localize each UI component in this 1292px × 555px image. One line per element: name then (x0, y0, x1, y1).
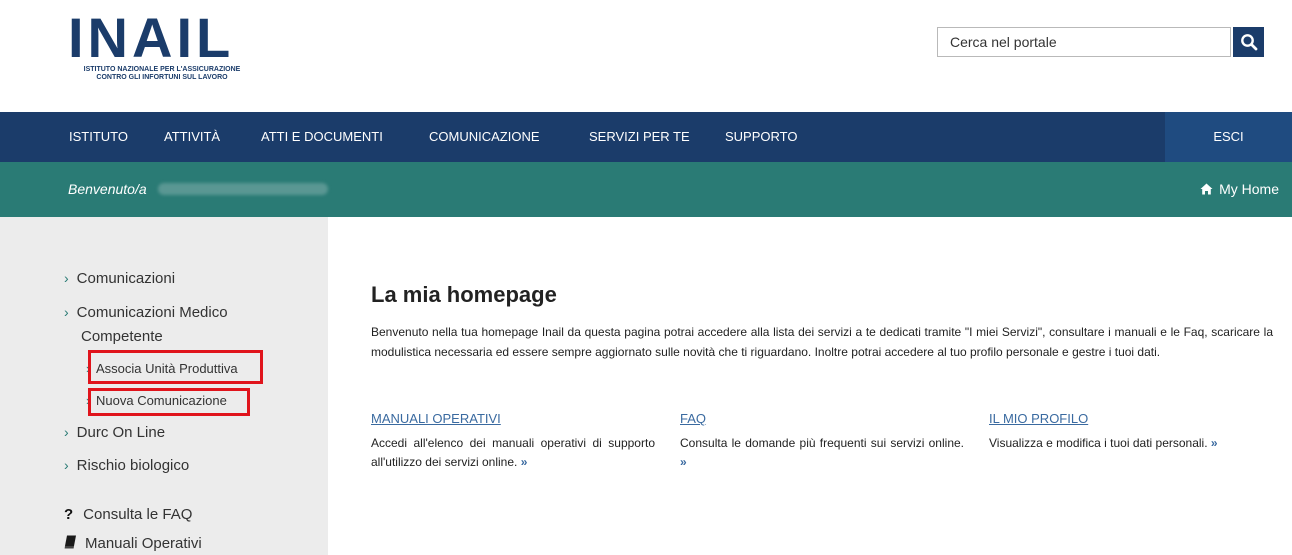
card-profilo: IL MIO PROFILO Visualizza e modifica i t… (989, 411, 1279, 453)
main-nav: ISTITUTO ATTIVITÀ ATTI E DOCUMENTI COMUN… (0, 112, 1292, 162)
nav-servizi-per-te[interactable]: SERVIZI PER TE (589, 112, 690, 162)
sidebar-item-rischio-biologico[interactable]: › Rischio biologico (64, 457, 189, 474)
card-title-link[interactable]: IL MIO PROFILO (989, 411, 1279, 426)
card-desc-text: Accedi all'elenco dei manuali operativi … (371, 436, 655, 469)
welcome-greeting: Benvenuto/a (68, 181, 147, 197)
manuals-link-label: Manuali Operativi (85, 535, 202, 552)
highlight-box (88, 388, 250, 416)
intro-text: Benvenuto nella tua homepage Inail da qu… (371, 325, 1273, 359)
nav-istituto[interactable]: ISTITUTO (69, 112, 128, 162)
question-icon: ? (64, 506, 74, 523)
search-icon (1240, 34, 1257, 51)
my-home-link[interactable]: My Home (1200, 181, 1279, 197)
sidebar-item-label: Durc On Line (76, 424, 166, 441)
chevron-right-icon: › (64, 304, 69, 320)
chevron-right-icon: › (64, 270, 69, 286)
card-description: Visualizza e modifica i tuoi dati person… (989, 434, 1279, 453)
card-desc-text: Consulta le domande più frequenti sui se… (680, 436, 964, 450)
faq-link[interactable]: ? Consulta le FAQ (64, 506, 192, 523)
search-box (937, 27, 1231, 57)
chevron-right-icon: › (64, 457, 69, 473)
card-title-link[interactable]: MANUALI OPERATIVI (371, 411, 655, 426)
nav-attivita[interactable]: ATTIVITÀ (164, 112, 220, 162)
nav-supporto[interactable]: SUPPORTO (725, 112, 797, 162)
search-input[interactable] (938, 28, 1230, 56)
card-description: Accedi all'elenco dei manuali operativi … (371, 434, 655, 472)
redacted-user-name (158, 183, 328, 195)
nav-atti-documenti[interactable]: ATTI E DOCUMENTI (261, 112, 383, 162)
sidebar-item-durc-on-line[interactable]: › Durc On Line (64, 424, 165, 441)
logout-button[interactable]: ESCI (1165, 112, 1292, 162)
card-desc-text: Visualizza e modifica i tuoi dati person… (989, 436, 1208, 450)
faq-link-label: Consulta le FAQ (83, 506, 193, 523)
logo-subtitle: ISTITUTO NAZIONALE PER L'ASSICURAZIONE C… (66, 66, 258, 82)
sidebar (0, 217, 328, 555)
sidebar-item-label: Rischio biologico (76, 457, 190, 474)
sidebar-item-comunicazioni[interactable]: › Comunicazioni (64, 270, 175, 287)
logo-subtitle-line2: CONTRO GLI INFORTUNI SUL LAVORO (96, 74, 228, 81)
nav-comunicazione[interactable]: COMUNICAZIONE (429, 112, 540, 162)
double-chevron-right-icon[interactable]: » (1211, 436, 1218, 450)
page-title: La mia homepage (371, 282, 557, 307)
home-icon (1200, 183, 1213, 195)
sidebar-item-label: Comunicazioni Medico (76, 304, 228, 321)
manuals-link[interactable]: Manuali Operativi (64, 535, 202, 552)
chevron-right-icon: › (64, 424, 69, 440)
card-description: Consulta le domande più frequenti sui se… (680, 434, 964, 472)
welcome-bar: Benvenuto/a My Home (0, 162, 1292, 217)
highlight-box (88, 350, 263, 384)
card-faq: FAQ Consulta le domande più frequenti su… (680, 411, 964, 472)
sidebar-item-label-continuation: Competente (81, 328, 163, 345)
sidebar-item-comunicazioni-medico-competente[interactable]: › Comunicazioni Medico (64, 304, 228, 321)
sidebar-item-label: Comunicazioni (76, 270, 176, 287)
card-manuali: MANUALI OPERATIVI Accedi all'elenco dei … (371, 411, 655, 472)
logo-wordmark: INAIL (68, 6, 235, 69)
logo-subtitle-line1: ISTITUTO NAZIONALE PER L'ASSICURAZIONE (83, 66, 241, 73)
double-chevron-right-icon[interactable]: » (680, 455, 687, 469)
double-chevron-right-icon[interactable]: » (521, 455, 528, 469)
search-button[interactable] (1233, 27, 1264, 57)
card-title-link[interactable]: FAQ (680, 411, 964, 426)
my-home-label: My Home (1219, 181, 1279, 197)
inail-logo[interactable]: INAIL ISTITUTO NAZIONALE PER L'ASSICURAZ… (64, 10, 264, 90)
book-icon (64, 535, 76, 549)
